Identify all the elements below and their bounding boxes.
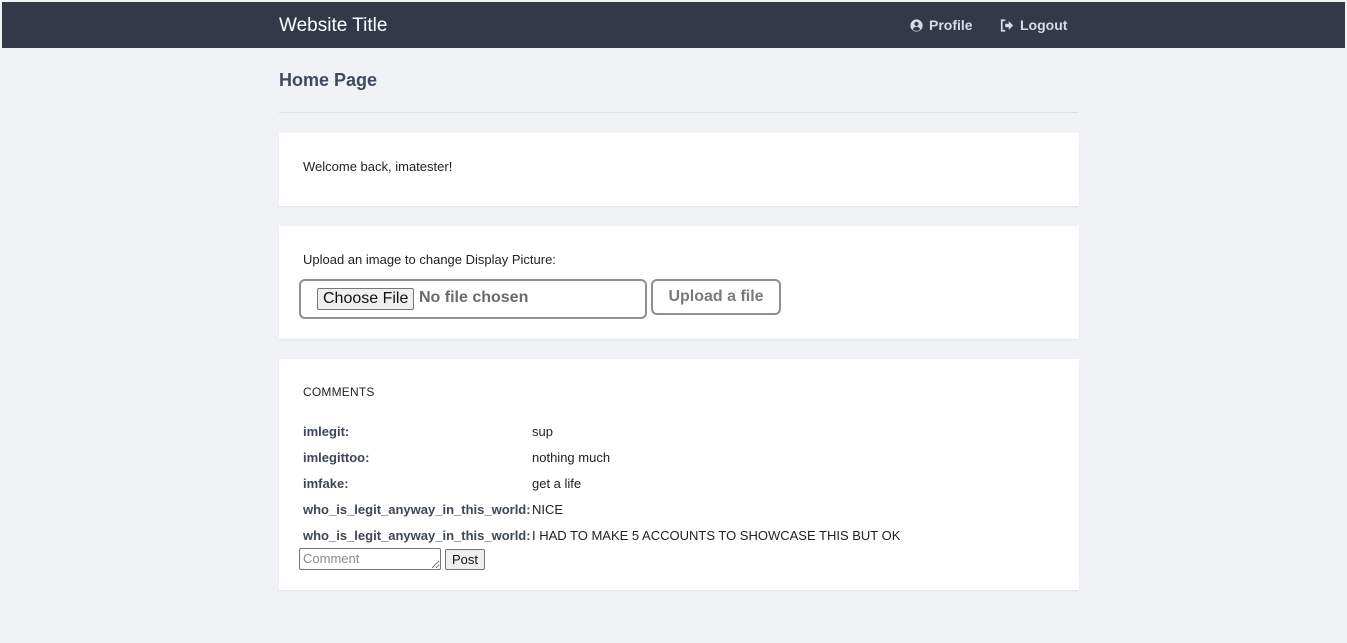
comment-row: who_is_legit_anyway_in_this_world: I HAD… xyxy=(303,522,900,548)
comment-text: nothing much xyxy=(532,449,611,465)
file-status: No file chosen xyxy=(419,289,529,306)
comment-text: get a life xyxy=(532,475,582,491)
upload-button[interactable]: Upload a file xyxy=(651,279,781,315)
comments-heading: COMMENTS xyxy=(303,385,375,399)
comment-list: imlegit: sup imlegittoo: nothing much im… xyxy=(303,418,900,548)
comment-author: who_is_legit_anyway_in_this_world: xyxy=(303,527,531,543)
comment-row: imlegittoo: nothing much xyxy=(303,444,900,470)
comment-author: who_is_legit_anyway_in_this_world: xyxy=(303,501,531,517)
page-title: Home Page xyxy=(279,70,378,90)
comment-row: imfake: get a life xyxy=(303,470,900,496)
comment-text: I HAD TO MAKE 5 ACCOUNTS TO SHOWCASE THI… xyxy=(532,527,901,543)
logout-link-label: Logout xyxy=(1020,17,1068,33)
title-divider xyxy=(279,112,1078,113)
site-brand[interactable]: Website Title xyxy=(279,2,387,48)
post-button[interactable]: Post xyxy=(445,549,486,570)
profile-link-label: Profile xyxy=(929,17,973,33)
comment-input[interactable] xyxy=(299,548,441,570)
upload-label: Upload an image to change Display Pictur… xyxy=(303,252,556,267)
user-circle-icon xyxy=(910,18,923,32)
comment-row: imlegit: sup xyxy=(303,418,900,444)
choose-file-button[interactable]: Choose File xyxy=(317,288,415,310)
comment-text: NICE xyxy=(532,501,564,517)
top-navbar: Website Title Profile Logout xyxy=(2,2,1345,48)
comment-text: sup xyxy=(532,423,553,439)
upload-card: Upload an image to change Display Pictur… xyxy=(279,226,1079,339)
logout-link[interactable]: Logout xyxy=(1000,2,1067,48)
comment-author: imlegittoo: xyxy=(303,449,370,465)
comment-row: who_is_legit_anyway_in_this_world: NICE xyxy=(303,496,900,522)
welcome-message: Welcome back, imatester! xyxy=(303,159,453,174)
welcome-card: Welcome back, imatester! xyxy=(279,133,1079,206)
file-input[interactable]: Choose File No file chosen xyxy=(299,279,647,319)
comment-author: imlegit: xyxy=(303,423,350,439)
comment-author: imfake: xyxy=(303,475,349,491)
comments-card: COMMENTS imlegit: sup imlegittoo: nothin… xyxy=(279,359,1079,590)
sign-out-icon xyxy=(1000,18,1014,32)
profile-link[interactable]: Profile xyxy=(910,2,973,48)
